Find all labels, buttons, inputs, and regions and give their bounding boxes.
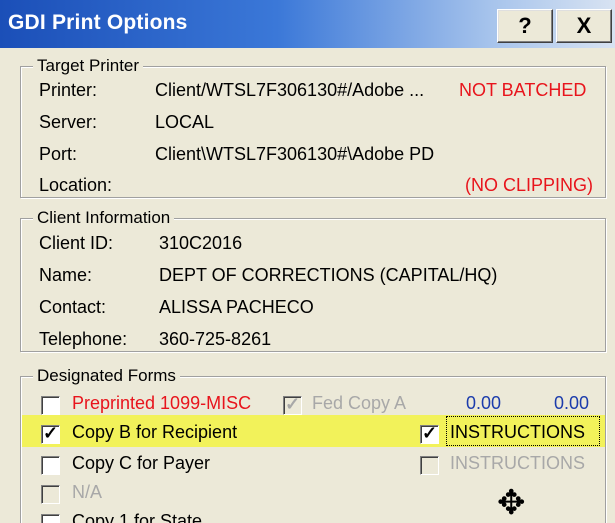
move-cursor-icon: ✥ — [497, 484, 526, 522]
help-button[interactable]: ? — [497, 9, 553, 43]
server-label: Server: — [39, 112, 98, 132]
close-button[interactable]: X — [556, 9, 612, 43]
window-title: GDI Print Options — [8, 11, 188, 34]
location-label: Location: — [39, 175, 113, 195]
client-contact-label: Contact: — [39, 297, 107, 317]
check-mark-icon: ✓ — [422, 423, 438, 443]
preprinted-1099-misc-checkbox[interactable] — [41, 396, 60, 415]
target-printer-group: Target Printer Printer: Client/WTSL7F306… — [20, 56, 606, 198]
na-label: N/A — [72, 482, 103, 502]
port-value: Client\WTSL7F306130#\Adobe PD — [155, 144, 435, 164]
client-id-label: Client ID: — [39, 233, 114, 253]
printer-label: Printer: — [39, 80, 98, 100]
copy-b-recipient-label: Copy B for Recipient — [72, 422, 238, 442]
client-telephone-value: 360-725-8261 — [159, 329, 272, 349]
amount-value-2: 0.00 — [554, 393, 590, 413]
preprinted-1099-misc-label: Preprinted 1099-MISC — [72, 393, 252, 413]
copy-b-instructions-checkbox[interactable]: ✓ — [420, 423, 439, 444]
copy-c-payer-checkbox[interactable] — [41, 456, 60, 475]
copy-1-state-checkbox[interactable] — [41, 514, 60, 523]
printer-value: Client/WTSL7F306130#/Adobe ... — [155, 80, 425, 100]
copy-b-recipient-checkbox[interactable]: ✓ — [41, 423, 60, 444]
client-contact-value: ALISSA PACHECO — [159, 297, 314, 317]
copy-c-instructions-label: INSTRUCTIONS — [450, 453, 585, 473]
check-mark-icon: ✓ — [43, 423, 59, 443]
client-name-label: Name: — [39, 265, 93, 285]
printer-status: NOT BATCHED — [459, 80, 587, 100]
fed-copy-a-label: Fed Copy A — [312, 393, 407, 413]
client-telephone-label: Telephone: — [39, 329, 128, 349]
client-information-legend: Client Information — [33, 208, 175, 228]
copy-b-instructions-label: INSTRUCTIONS — [450, 422, 585, 442]
title-bar[interactable]: GDI Print Options ? X — [0, 0, 615, 48]
check-mark-icon: ✓ — [285, 394, 301, 414]
copy-c-instructions-checkbox[interactable] — [420, 456, 439, 475]
port-label: Port: — [39, 144, 78, 164]
designated-forms-legend: Designated Forms — [33, 366, 180, 386]
client-name-value: DEPT OF CORRECTIONS (CAPITAL/HQ) — [159, 265, 498, 285]
amount-value-1: 0.00 — [466, 393, 502, 413]
copy-c-payer-label: Copy C for Payer — [72, 453, 211, 473]
client-id-value: 310C2016 — [159, 233, 243, 253]
fed-copy-a-checkbox[interactable]: ✓ — [283, 394, 302, 415]
server-value: LOCAL — [155, 112, 215, 132]
target-printer-legend: Target Printer — [33, 56, 144, 76]
copy-1-state-label: Copy 1 for State — [72, 511, 203, 523]
gdi-print-options-dialog: GDI Print Options ? X Target Printer Pri… — [0, 0, 615, 523]
location-status: (NO CLIPPING) — [465, 175, 594, 195]
na-checkbox[interactable] — [41, 485, 60, 504]
client-information-group: Client Information Client ID: 310C2016 N… — [20, 208, 606, 352]
